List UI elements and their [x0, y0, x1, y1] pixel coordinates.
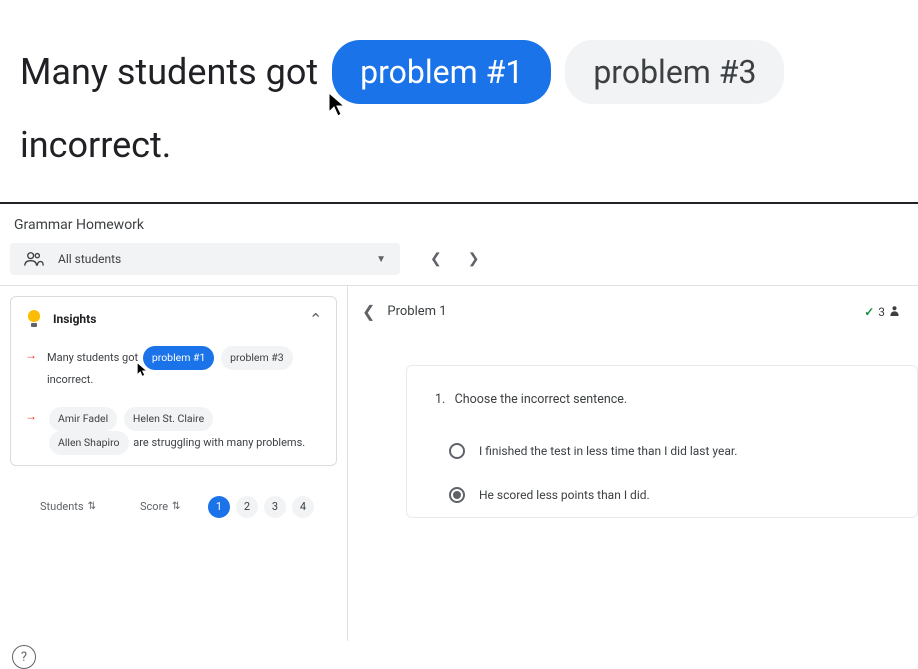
student-chip[interactable]: Amir Fadel	[49, 407, 117, 431]
person-icon	[889, 305, 900, 319]
page-pill[interactable]: 3	[264, 496, 286, 518]
column-header-score[interactable]: Score ⇅	[140, 500, 208, 513]
sort-icon: ⇅	[172, 501, 180, 512]
problem-stats: ✓ 3	[864, 305, 900, 319]
chevron-up-icon: ⌄	[309, 309, 322, 328]
page-pill[interactable]: 1	[208, 496, 230, 518]
option-text: I finished the test in less time than I …	[479, 444, 737, 458]
radio-icon	[449, 443, 465, 459]
answer-option[interactable]: He scored less points than I did.	[435, 473, 889, 517]
insight-text: incorrect.	[47, 373, 93, 386]
sort-icon: ⇅	[88, 501, 96, 512]
radio-selected-icon	[449, 487, 465, 503]
hero-suffix: incorrect.	[20, 118, 898, 172]
question-number: 1.	[435, 392, 445, 407]
insight-item: → Amir Fadel Helen St. Claire Allen Shap…	[11, 401, 336, 465]
insights-header[interactable]: Insights ⌄	[11, 297, 336, 340]
caret-down-icon: ▼	[376, 254, 386, 265]
page-pill[interactable]: 2	[236, 496, 258, 518]
problem-title: Problem 1	[387, 304, 864, 319]
student-select-dropdown[interactable]: All students ▼	[10, 243, 400, 275]
next-button[interactable]: ❯	[468, 251, 480, 267]
page-pill[interactable]: 4	[292, 496, 314, 518]
toolbar: All students ▼ ❮ ❯	[0, 243, 918, 285]
app-title: Grammar Homework	[0, 204, 918, 243]
hero-chip-problem-3[interactable]: problem #3	[565, 40, 784, 104]
insight-text: Many students got	[47, 351, 138, 364]
back-button[interactable]: ❮	[362, 302, 375, 321]
student-chip[interactable]: Helen St. Claire	[124, 407, 213, 431]
arrow-right-icon: →	[25, 348, 37, 391]
insights-title: Insights	[53, 312, 309, 326]
insight-text: are struggling with many problems.	[133, 436, 305, 449]
prev-button[interactable]: ❮	[430, 251, 442, 267]
answer-option[interactable]: I finished the test in less time than I …	[435, 429, 889, 473]
column-header-students[interactable]: Students ⇅	[40, 500, 140, 513]
insight-chip-problem-3[interactable]: problem #3	[221, 346, 293, 370]
hero-chip-problem-1[interactable]: problem #1	[332, 40, 551, 104]
insights-card: Insights ⌄ → Many students got problem #…	[10, 296, 337, 466]
table-header: Students ⇅ Score ⇅ 1 2 3 4	[10, 466, 337, 522]
problem-card: 1. Choose the incorrect sentence. I fini…	[406, 365, 918, 518]
option-text: He scored less points than I did.	[479, 488, 650, 502]
hero-prefix: Many students got	[20, 45, 318, 99]
hero-banner: Many students got problem #1 problem #3 …	[0, 0, 918, 202]
page-pills: 1 2 3 4	[208, 496, 314, 518]
check-icon: ✓	[864, 305, 874, 319]
left-panel: Insights ⌄ → Many students got problem #…	[0, 286, 348, 641]
student-select-label: All students	[58, 252, 376, 266]
right-panel: ❮ Problem 1 ✓ 3 1. Choose the incorrect …	[348, 286, 918, 641]
arrow-right-icon: →	[25, 409, 37, 455]
people-icon	[24, 251, 48, 267]
insight-chip-problem-1[interactable]: problem #1	[143, 346, 215, 370]
help-button[interactable]: ?	[12, 645, 36, 669]
app-container: Grammar Homework All students ▼ ❮ ❯ Insi…	[0, 202, 918, 560]
insight-item: → Many students got problem #1 problem #…	[11, 340, 336, 401]
lightbulb-icon	[25, 310, 43, 328]
question-text: Choose the incorrect sentence.	[455, 392, 628, 407]
student-chip[interactable]: Allen Shapiro	[49, 431, 129, 455]
stat-count: 3	[878, 305, 885, 319]
